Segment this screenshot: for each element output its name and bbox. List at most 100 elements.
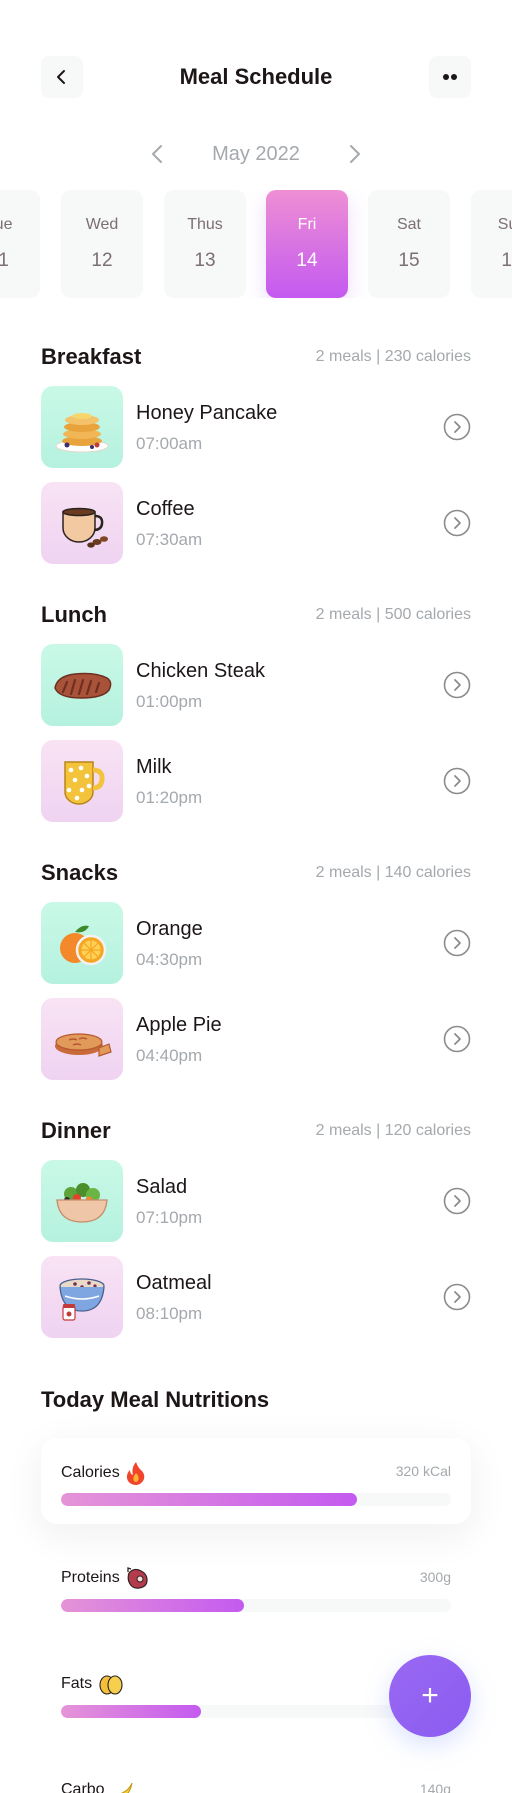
meal-name: Coffee: [136, 498, 195, 520]
day-card-thu[interactable]: Thus 13: [164, 190, 246, 298]
meal-time: 04:40pm: [136, 1046, 203, 1065]
section-meta: 2 meals | 120 calories: [315, 1122, 471, 1139]
meal-item[interactable]: Salad 07:10pm: [41, 1160, 471, 1242]
nutrition-name: Calories: [61, 1464, 120, 1481]
meal-time: 04:30pm: [136, 950, 203, 969]
meal-item[interactable]: Honey Pancake 07:00am: [41, 386, 471, 468]
day-name: Fri: [297, 216, 317, 233]
meal-item[interactable]: Milk 01:20pm: [41, 740, 471, 822]
meal-name: Salad: [136, 1176, 188, 1198]
nutrition-name: Fats: [61, 1675, 93, 1692]
meal-image: [41, 644, 123, 726]
meal-item[interactable]: Coffee 07:30am: [41, 482, 471, 564]
section-title: Dinner: [41, 1118, 111, 1143]
chevron-right-icon: [350, 145, 360, 163]
page-title: Meal Schedule: [179, 64, 333, 89]
meal-image: [41, 1160, 123, 1242]
nutrition-title: Today Meal Nutritions: [41, 1387, 270, 1412]
section-meta: 2 meals | 500 calories: [315, 606, 471, 623]
day-card-tue[interactable]: Tue 11: [0, 190, 40, 298]
meal-item[interactable]: Chicken Steak 01:00pm: [41, 644, 471, 726]
nutrition-progress-track: [61, 1599, 451, 1612]
meal-name: Apple Pie: [136, 1014, 222, 1036]
chevron-circle-right-icon[interactable]: [443, 1283, 471, 1311]
nutrition-value: 140g: [419, 1781, 451, 1793]
meal-name: Chicken Steak: [136, 660, 265, 682]
nutrition-value: 300g: [419, 1569, 451, 1585]
meal-name: Orange: [136, 918, 203, 940]
day-name: Wed: [85, 216, 119, 233]
orange-icon: [60, 925, 107, 966]
add-meal-button[interactable]: +: [389, 1655, 471, 1737]
meal-time: 07:10pm: [136, 1208, 203, 1227]
section-dinner: Dinner 2 meals | 120 calories Salad 07:1…: [41, 1116, 471, 1338]
meal-image: [41, 998, 123, 1080]
day-number: 12: [91, 250, 113, 271]
section-breakfast: Breakfast 2 meals | 230 calories Honey P…: [41, 342, 471, 564]
nutrition-name: Proteins: [61, 1569, 120, 1586]
chevron-circle-right-icon[interactable]: [443, 509, 471, 537]
month-selector: May 2022: [0, 139, 512, 169]
coffee-icon: [62, 507, 108, 548]
section-snacks: Snacks 2 meals | 140 calories Orange 04:…: [41, 858, 471, 1080]
meal-image: [41, 482, 123, 564]
month-label: May 2022: [212, 143, 300, 165]
more-dots-icon: [443, 74, 457, 80]
nutrition-name: Carbo: [61, 1781, 105, 1793]
nutrition-progress-track: [61, 1493, 451, 1506]
meal-time: 08:10pm: [136, 1304, 203, 1323]
meal-image: [41, 902, 123, 984]
nutrition-card-carbo: Carbo 140g: [41, 1756, 471, 1793]
meal-item[interactable]: Apple Pie 04:40pm: [41, 998, 471, 1080]
day-number: 13: [194, 250, 216, 271]
meal-name: Milk: [136, 756, 172, 778]
meal-item[interactable]: Oatmeal 08:10pm: [41, 1256, 471, 1338]
nutrition-value: 320 kCal: [395, 1463, 451, 1479]
section-title: Breakfast: [41, 344, 142, 369]
day-name: Tue: [0, 216, 13, 233]
meal-name: Honey Pancake: [136, 402, 278, 424]
meal-time: 07:00am: [136, 434, 203, 453]
pancake-icon: [55, 413, 109, 453]
fire-icon: [126, 1462, 144, 1485]
day-number: 14: [296, 250, 318, 271]
meal-item[interactable]: Orange 04:30pm: [41, 902, 471, 984]
nutrition-progress-fill: [61, 1599, 245, 1612]
header: Meal Schedule: [41, 56, 471, 98]
chevron-circle-right-icon[interactable]: [443, 1025, 471, 1053]
chevron-circle-right-icon[interactable]: [443, 671, 471, 699]
day-number: 15: [398, 250, 420, 271]
section-meta: 2 meals | 140 calories: [315, 864, 471, 881]
meal-image: [41, 386, 123, 468]
banana-icon: [120, 1782, 133, 1793]
meal-name: Oatmeal: [136, 1272, 212, 1294]
day-card-fri[interactable]: Fri 14: [266, 190, 348, 298]
section-title: Lunch: [41, 602, 107, 627]
day-card-sun[interactable]: Sun 16: [471, 190, 512, 298]
plus-icon: +: [421, 1679, 439, 1712]
nutrition-progress-fill: [61, 1705, 202, 1718]
section-meta: 2 meals | 230 calories: [315, 348, 471, 365]
oatmeal-icon: [59, 1278, 105, 1321]
meal-time: 01:20pm: [136, 788, 203, 807]
nutrition-card-calories: Calories 320 kCal: [41, 1438, 471, 1524]
next-month-button[interactable]: [342, 141, 368, 167]
chevron-circle-right-icon[interactable]: [443, 413, 471, 441]
steak-icon: [54, 672, 112, 699]
day-number: 11: [0, 250, 9, 271]
milk-icon: [64, 761, 105, 805]
day-name: Sun: [497, 216, 512, 233]
day-card-sat[interactable]: Sat 15: [368, 190, 450, 298]
section-lunch: Lunch 2 meals | 500 calories Chicken Ste…: [41, 600, 471, 822]
more-button[interactable]: [429, 56, 471, 98]
chevron-circle-right-icon[interactable]: [443, 1187, 471, 1215]
day-number: 16: [501, 250, 512, 271]
day-name: Thus: [187, 216, 223, 233]
chevron-circle-right-icon[interactable]: [443, 929, 471, 957]
day-card-wed[interactable]: Wed 12: [61, 190, 143, 298]
chevron-circle-right-icon[interactable]: [443, 767, 471, 795]
meal-time: 01:00pm: [136, 692, 203, 711]
meal-image: [41, 1256, 123, 1338]
section-title: Snacks: [41, 860, 119, 885]
salad-icon: [56, 1183, 108, 1223]
